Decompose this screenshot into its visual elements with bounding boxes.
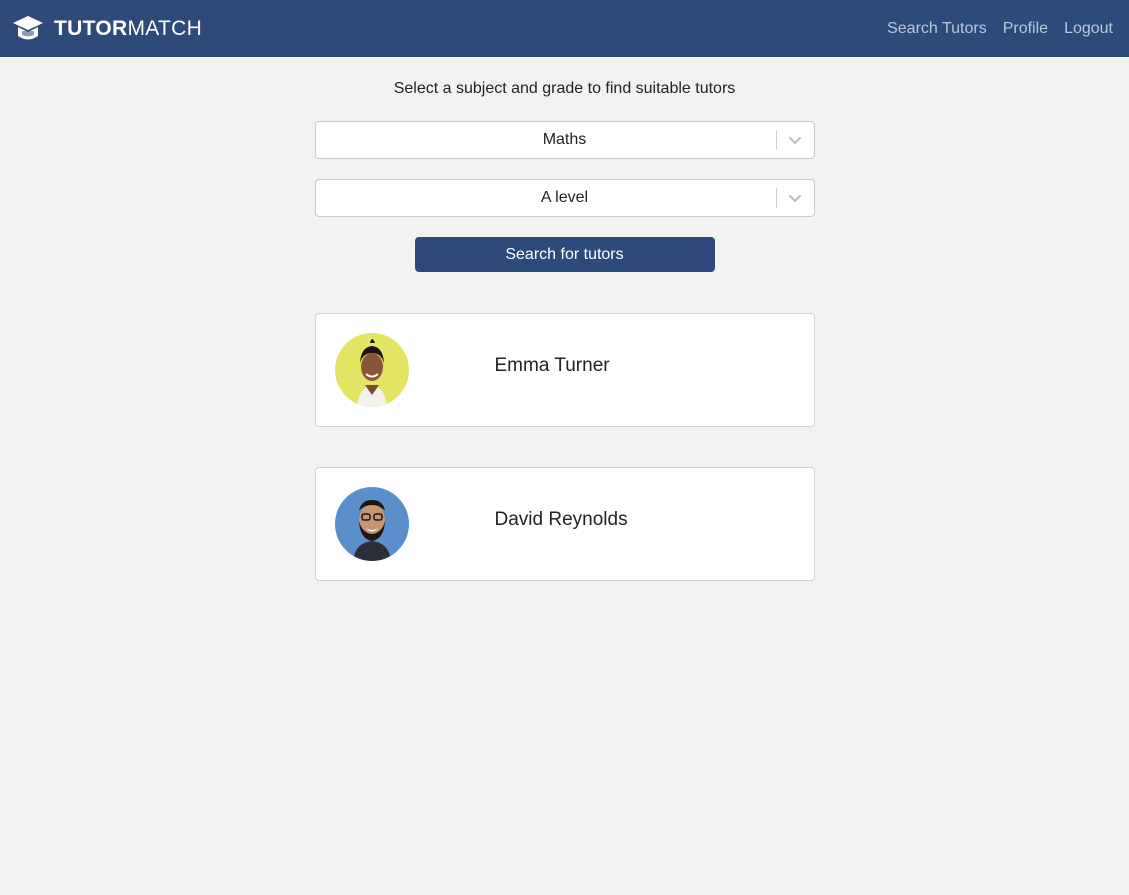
grade-select-value: A level bbox=[540, 189, 589, 206]
tutor-card[interactable]: David Reynolds bbox=[314, 467, 815, 581]
grade-select[interactable]: A level bbox=[314, 179, 815, 217]
chevron-down-icon[interactable] bbox=[777, 122, 814, 158]
subject-select-value: Maths bbox=[542, 131, 587, 148]
chevron-down-icon[interactable] bbox=[777, 180, 814, 216]
tutor-name: David Reynolds bbox=[494, 509, 628, 530]
subject-select[interactable]: Maths bbox=[314, 121, 815, 159]
navbar: TUTORMATCH Search Tutors Profile Logout bbox=[0, 0, 1129, 57]
main-content: Select a subject and grade to find suita… bbox=[0, 57, 1129, 581]
nav-link-logout[interactable]: Logout bbox=[1064, 20, 1113, 38]
brand-logo[interactable]: TUTORMATCH bbox=[12, 13, 202, 45]
graduation-cap-icon bbox=[13, 15, 43, 39]
search-prompt: Select a subject and grade to find suita… bbox=[393, 80, 736, 97]
tutor-name: Emma Turner bbox=[494, 355, 610, 376]
brand-name: TUTORMATCH bbox=[54, 16, 203, 40]
nav-links: Search Tutors Profile Logout bbox=[887, 20, 1113, 38]
nav-link-search-tutors[interactable]: Search Tutors bbox=[887, 20, 987, 38]
search-for-tutors-button[interactable]: Search for tutors bbox=[414, 237, 715, 272]
nav-link-profile[interactable]: Profile bbox=[1003, 20, 1048, 38]
avatar bbox=[334, 333, 409, 407]
tutor-card[interactable]: Emma Turner bbox=[314, 313, 815, 427]
avatar bbox=[334, 487, 409, 561]
tutor-list: Emma Turner David Reynolds bbox=[314, 313, 815, 581]
